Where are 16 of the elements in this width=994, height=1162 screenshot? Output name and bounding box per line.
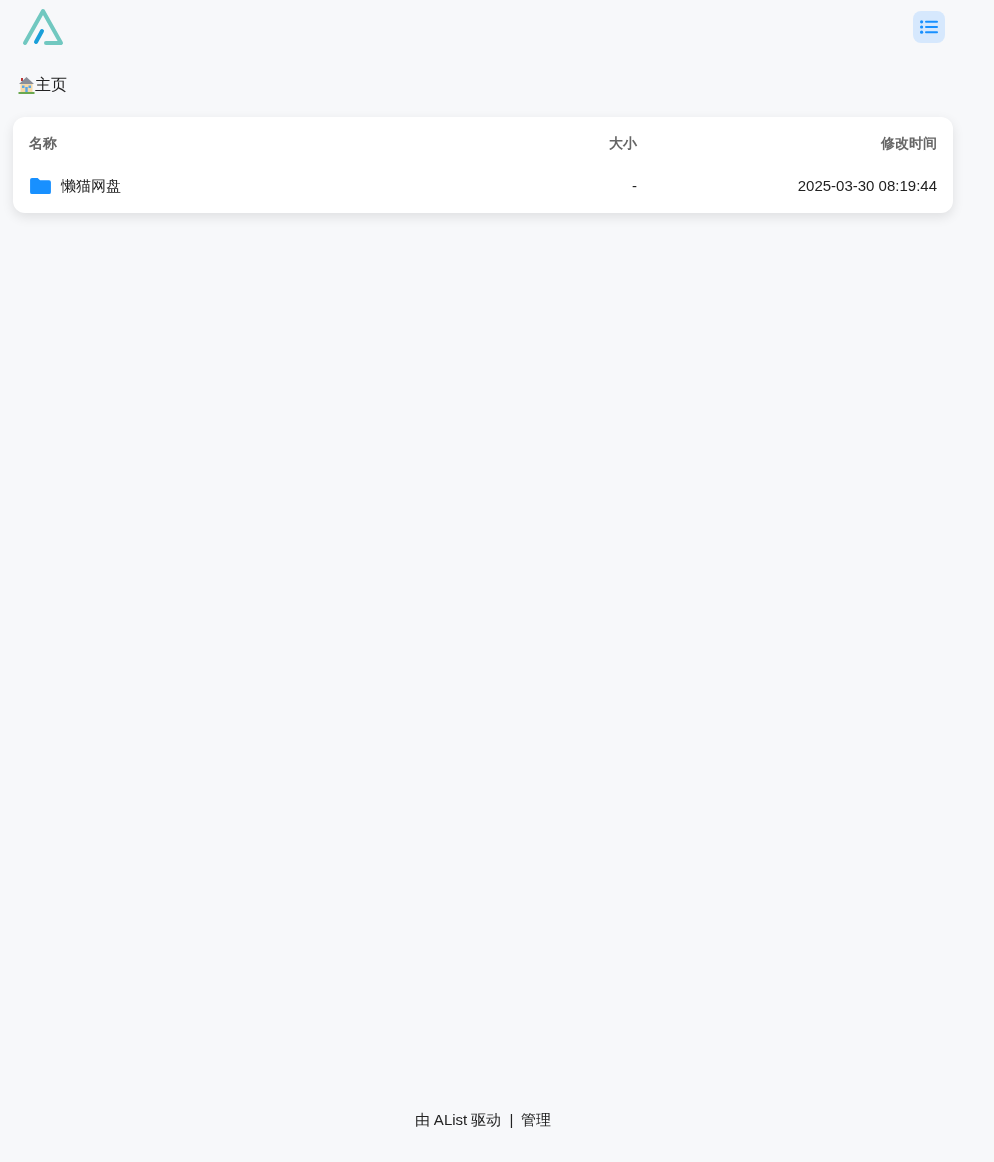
house-icon [18,76,35,94]
column-header[interactable]: 修改时间 [637,132,937,154]
separator: | [509,1110,514,1130]
file-name: 懒猫网盘 [61,175,121,196]
file-row[interactable]: 懒猫网盘 - 2025-03-30 08:19:44 [29,166,937,206]
column-header[interactable]: 大小 [487,132,637,154]
powered-by-link[interactable]: 由 AList 驱动 [414,1109,502,1131]
column-header[interactable]: 名称 [29,132,487,154]
modified-time: 2025-03-30 08:19:44 [797,175,937,196]
manage-link[interactable]: 管理 [521,1109,552,1131]
list-icon [920,20,938,34]
breadcrumb-link[interactable]: 主页 [18,73,67,97]
list-view-button[interactable] [913,11,945,43]
folder-icon [29,177,52,195]
file-size: - [632,175,637,196]
logo-icon[interactable] [22,8,64,46]
